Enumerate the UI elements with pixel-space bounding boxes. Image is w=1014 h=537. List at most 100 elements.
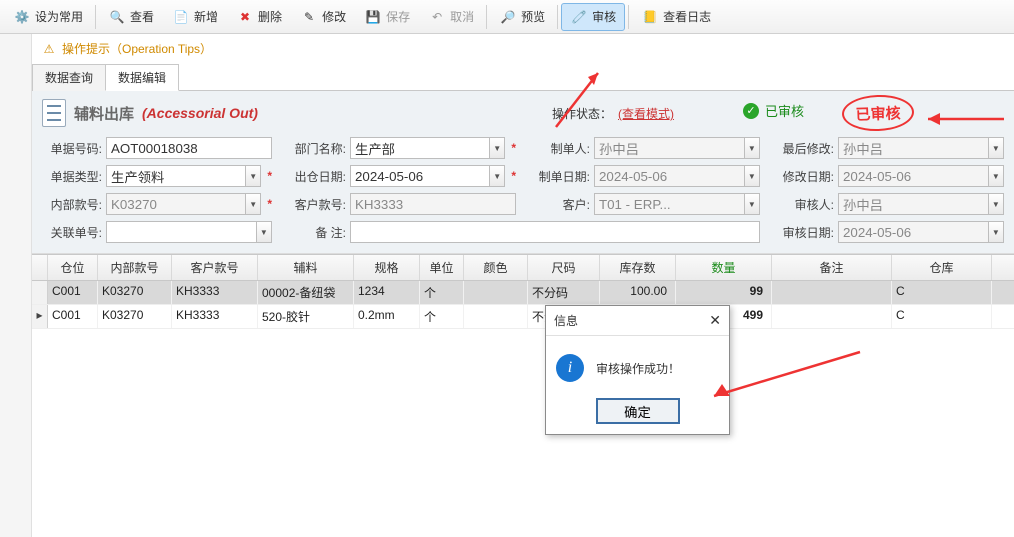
field-label: 修改日期: <box>774 168 834 185</box>
cell-stock: 100.00 <box>600 281 676 304</box>
form-title-cn: 辅料出库 <box>74 103 134 124</box>
col-cust[interactable]: 客户款号 <box>172 255 258 280</box>
date-button[interactable]: ▼ <box>744 165 760 187</box>
audit-date-input <box>838 221 988 243</box>
field-label: 审核日期: <box>774 224 834 241</box>
tab-edit[interactable]: 数据编辑 <box>105 64 179 91</box>
dropdown-button[interactable]: ▼ <box>245 193 261 215</box>
dropdown-button[interactable]: ▼ <box>256 221 272 243</box>
row-handle[interactable]: ▸ <box>32 305 48 328</box>
dropdown-button[interactable]: ▼ <box>988 137 1004 159</box>
tips-text: 操作提示（Operation Tips） <box>62 40 212 57</box>
col-wh[interactable]: 仓库 <box>892 255 992 280</box>
dropdown-button[interactable]: ▼ <box>988 193 1004 215</box>
doc-no-input[interactable] <box>106 137 272 159</box>
log-label: 查看日志 <box>663 8 711 25</box>
auditor-input <box>838 193 988 215</box>
audit-button[interactable]: 🧷 审核 <box>561 3 625 31</box>
table-row[interactable]: C001 K03270 KH3333 00002-备纽袋 1234 个 不分码 … <box>32 281 1014 305</box>
tab-query[interactable]: 数据查询 <box>32 64 106 91</box>
delete-label: 删除 <box>258 8 282 25</box>
col-material[interactable]: 辅料 <box>258 255 354 280</box>
required-mark: * <box>511 169 516 183</box>
new-button[interactable]: 📄 新增 <box>163 3 227 31</box>
modify-button[interactable]: ✎ 修改 <box>291 3 355 31</box>
cancel-label: 取消 <box>450 8 474 25</box>
field-label: 关联单号: <box>42 224 102 241</box>
pencil-icon: ✎ <box>300 8 318 26</box>
cell-material: 00002-备纽袋 <box>258 281 354 304</box>
save-icon: 💾 <box>364 8 382 26</box>
state-link[interactable]: (查看模式) <box>618 105 674 122</box>
field-label: 部门名称: <box>286 140 346 157</box>
make-date-input <box>594 165 744 187</box>
tab-bar: 数据查询 数据编辑 <box>32 63 1014 91</box>
out-date-input[interactable] <box>350 165 489 187</box>
cust-code-input <box>350 193 516 215</box>
col-spec[interactable]: 规格 <box>354 255 420 280</box>
main-toolbar: ⚙️ 设为常用 🔍 查看 📄 新增 ✖ 删除 ✎ 修改 💾 保存 ↶ 取消 🔎 … <box>0 0 1014 34</box>
search-icon: 🔍 <box>108 8 126 26</box>
operation-tips[interactable]: ⚠ 操作提示（Operation Tips） <box>32 34 1014 61</box>
cell-cust: KH3333 <box>172 281 258 304</box>
maker-input <box>594 137 744 159</box>
field-label: 内部款号: <box>42 196 102 213</box>
log-icon: 📒 <box>641 8 659 26</box>
col-bin[interactable]: 仓位 <box>48 255 98 280</box>
col-color[interactable]: 颜色 <box>464 255 528 280</box>
document-icon <box>42 99 66 127</box>
mod-date-input <box>838 165 988 187</box>
state-area: 操作状态： (查看模式) <box>552 105 674 122</box>
ref-no-input[interactable] <box>106 221 256 243</box>
cell-spec: 0.2mm <box>354 305 420 328</box>
row-handle[interactable] <box>32 281 48 304</box>
col-inner[interactable]: 内部款号 <box>98 255 172 280</box>
cell-bin: C001 <box>48 305 98 328</box>
date-button[interactable]: ▼ <box>988 165 1004 187</box>
new-label: 新增 <box>194 8 218 25</box>
toolbar-divider <box>557 5 558 29</box>
warn-icon: ⚠ <box>42 42 56 56</box>
inner-code-input[interactable] <box>106 193 245 215</box>
col-handle <box>32 255 48 280</box>
delete-button[interactable]: ✖ 删除 <box>227 3 291 31</box>
remark-input[interactable] <box>350 221 760 243</box>
date-button[interactable]: ▼ <box>988 221 1004 243</box>
cell-spec: 1234 <box>354 281 420 304</box>
col-qty[interactable]: 数量 <box>676 255 772 280</box>
set-common-button[interactable]: ⚙️ 设为常用 <box>4 3 92 31</box>
approved-text: 已审核 <box>765 101 804 120</box>
col-stock[interactable]: 库存数 <box>600 255 676 280</box>
date-button[interactable]: ▼ <box>489 165 505 187</box>
view-button[interactable]: 🔍 查看 <box>99 3 163 31</box>
log-button[interactable]: 📒 查看日志 <box>632 3 720 31</box>
toolbar-divider <box>628 5 629 29</box>
dropdown-button[interactable]: ▼ <box>744 193 760 215</box>
approved-indicator: ✓ 已审核 <box>743 101 804 120</box>
cell-remark <box>772 305 892 328</box>
save-label: 保存 <box>386 8 410 25</box>
field-label: 审核人: <box>774 196 834 213</box>
cell-inner: K03270 <box>98 305 172 328</box>
gear-icon: ⚙️ <box>13 8 31 26</box>
field-label: 备 注: <box>286 224 346 241</box>
ok-button[interactable]: 确定 <box>596 398 680 424</box>
col-unit[interactable]: 单位 <box>420 255 464 280</box>
preview-button[interactable]: 🔎 预览 <box>490 3 554 31</box>
field-label: 制单人: <box>530 140 590 157</box>
dropdown-button[interactable]: ▼ <box>489 137 505 159</box>
dept-input[interactable] <box>350 137 489 159</box>
cell-qty: 99 <box>676 281 772 304</box>
col-remark[interactable]: 备注 <box>772 255 892 280</box>
dropdown-button[interactable]: ▼ <box>245 165 261 187</box>
col-size[interactable]: 尺码 <box>528 255 600 280</box>
cell-color <box>464 305 528 328</box>
doc-type-input[interactable] <box>106 165 245 187</box>
close-icon[interactable]: ✕ <box>709 312 721 329</box>
toolbar-divider <box>486 5 487 29</box>
table-row[interactable]: ▸ C001 K03270 KH3333 520-胶针 0.2mm 个 不分码 … <box>32 305 1014 329</box>
cell-bin: C001 <box>48 281 98 304</box>
field-label: 单据类型: <box>42 168 102 185</box>
state-label: 操作状态： <box>552 105 612 122</box>
dropdown-button[interactable]: ▼ <box>744 137 760 159</box>
